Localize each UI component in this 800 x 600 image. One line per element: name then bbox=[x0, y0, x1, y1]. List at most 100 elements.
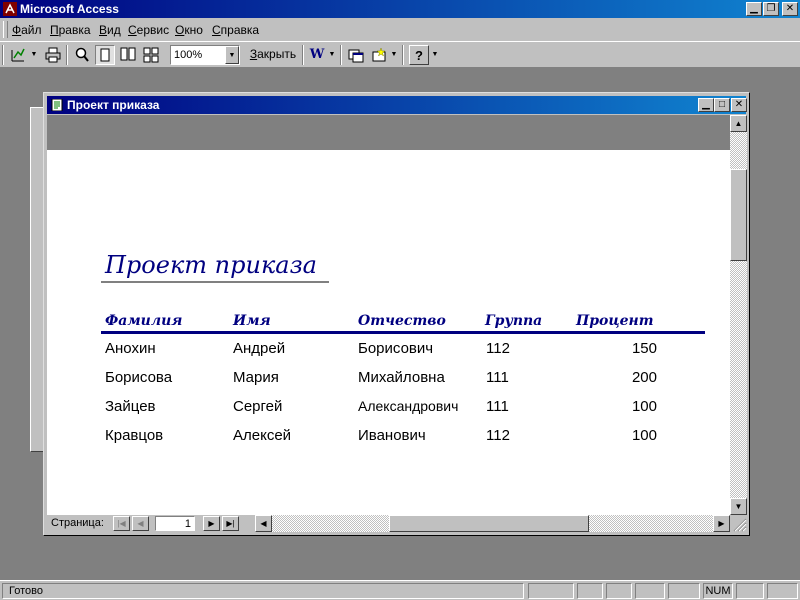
menu-tools[interactable]: Сервис bbox=[128, 23, 169, 37]
cell-name: Сергей bbox=[233, 398, 283, 415]
new-object-dropdown-arrow-icon[interactable]: ▼ bbox=[390, 45, 398, 65]
app-title: Microsoft Access bbox=[20, 2, 119, 16]
cell-surname: Борисова bbox=[105, 369, 173, 386]
menu-window[interactable]: Окно bbox=[175, 23, 203, 37]
status-panel bbox=[577, 583, 603, 599]
cell-group: 111 bbox=[486, 398, 509, 415]
header-rule bbox=[101, 331, 705, 334]
status-panel bbox=[635, 583, 665, 599]
scroll-right-arrow-icon[interactable]: ▶ bbox=[713, 515, 730, 532]
app-title-bar[interactable]: Microsoft Access ▁ ❐ ✕ bbox=[0, 0, 800, 18]
cell-surname: Кравцов bbox=[105, 427, 164, 444]
menu-file[interactable]: Файл bbox=[12, 23, 42, 37]
help-icon[interactable]: ? bbox=[409, 45, 429, 65]
column-header-surname: Фамилия bbox=[105, 313, 183, 329]
status-bar: Готово NUM bbox=[0, 580, 800, 600]
zoom-value: 100% bbox=[174, 49, 203, 61]
print-icon[interactable] bbox=[43, 45, 63, 65]
cell-percent: 150 bbox=[631, 340, 657, 357]
report-page[interactable]: Проект приказа Фамилия Имя Отчество Груп… bbox=[47, 115, 730, 515]
cell-name: Мария bbox=[233, 369, 279, 386]
cell-group: 112 bbox=[486, 340, 510, 357]
view-icon[interactable] bbox=[8, 45, 28, 65]
report-minimize-button[interactable]: ▁ bbox=[698, 98, 714, 112]
close-button[interactable]: ✕ bbox=[782, 2, 798, 16]
word-icon[interactable]: W bbox=[307, 45, 327, 65]
toolbar-separator bbox=[66, 45, 68, 65]
zoom-select[interactable]: 100% ▼ bbox=[170, 45, 240, 65]
scroll-down-arrow-icon[interactable]: ▼ bbox=[730, 498, 747, 515]
toolbar-grip bbox=[2, 45, 4, 65]
column-header-group: Группа bbox=[485, 313, 543, 329]
cell-surname: Зайцев bbox=[105, 398, 156, 415]
menu-help[interactable]: Справка bbox=[212, 23, 259, 37]
menu-view[interactable]: Вид bbox=[99, 23, 121, 37]
scroll-up-arrow-icon[interactable]: ▲ bbox=[730, 115, 747, 132]
help-dropdown-arrow-icon[interactable]: ▼ bbox=[431, 45, 439, 65]
menu-bar: Файл Правка Вид Сервис Окно Справка bbox=[0, 18, 800, 42]
status-panel bbox=[528, 583, 574, 599]
database-window-icon[interactable] bbox=[346, 45, 366, 65]
toolbar-separator bbox=[340, 45, 342, 65]
cell-percent: 200 bbox=[631, 369, 657, 386]
column-header-percent: Процент bbox=[576, 313, 654, 329]
heading-underline bbox=[101, 281, 329, 283]
cell-percent: 100 bbox=[631, 398, 657, 415]
cell-percent: 100 bbox=[631, 427, 657, 444]
size-grip-icon[interactable] bbox=[730, 515, 747, 532]
view-dropdown-arrow-icon[interactable]: ▼ bbox=[30, 45, 38, 65]
num-lock-indicator: NUM bbox=[703, 583, 733, 599]
minimize-button[interactable]: ▁ bbox=[746, 2, 762, 16]
record-navigation-bar: Страница: |◀ ◀ 1 ▶ ▶| ◀ ▶ bbox=[47, 515, 730, 532]
status-text: Готово bbox=[2, 583, 524, 599]
previous-page-icon[interactable]: ◀ bbox=[132, 516, 149, 531]
column-header-name: Имя bbox=[233, 313, 271, 329]
status-panel bbox=[736, 583, 764, 599]
report-close-button[interactable]: ✕ bbox=[731, 98, 747, 112]
first-page-icon[interactable]: |◀ bbox=[113, 516, 130, 531]
horizontal-scrollbar[interactable]: ◀ ▶ bbox=[255, 515, 730, 532]
cell-name: Алексей bbox=[233, 427, 292, 444]
cell-patronymic: Александрович bbox=[358, 398, 459, 414]
multiple-pages-icon[interactable] bbox=[141, 45, 161, 65]
restore-button[interactable]: ❐ bbox=[763, 2, 779, 16]
cell-name: Андрей bbox=[233, 340, 286, 357]
print-preview-toolbar: ▼ 100% ▼ Закрыть W ▼ ▼ ? ▼ bbox=[0, 41, 800, 68]
report-title-bar[interactable]: Проект приказа ▁ □ ✕ bbox=[47, 96, 747, 114]
menu-edit[interactable]: Правка bbox=[50, 23, 91, 37]
cell-patronymic: Борисович bbox=[358, 340, 434, 357]
access-key-icon bbox=[3, 2, 17, 16]
zoom-icon[interactable] bbox=[72, 45, 92, 65]
close-preview-button[interactable]: Закрыть bbox=[247, 45, 299, 65]
page-label: Страница: bbox=[51, 517, 104, 529]
cell-group: 111 bbox=[486, 369, 509, 386]
status-panel bbox=[767, 583, 798, 599]
page-number-input[interactable]: 1 bbox=[155, 516, 195, 531]
scroll-left-arrow-icon[interactable]: ◀ bbox=[255, 515, 272, 532]
last-page-icon[interactable]: ▶| bbox=[222, 516, 239, 531]
cell-patronymic: Михайловна bbox=[358, 369, 445, 386]
new-object-icon[interactable] bbox=[369, 45, 389, 65]
report-maximize-button[interactable]: □ bbox=[714, 98, 730, 112]
toolbar-separator bbox=[402, 45, 404, 65]
two-pages-icon[interactable] bbox=[118, 45, 138, 65]
status-panel bbox=[606, 583, 632, 599]
report-heading: Проект приказа bbox=[105, 251, 317, 279]
toolbar-separator bbox=[302, 45, 304, 65]
report-icon bbox=[51, 99, 63, 111]
cell-group: 112 bbox=[486, 427, 510, 444]
cell-surname: Анохин bbox=[105, 340, 156, 357]
column-header-patronymic: Отчество bbox=[358, 313, 446, 329]
one-page-icon[interactable] bbox=[95, 45, 115, 65]
zoom-dropdown-arrow-icon[interactable]: ▼ bbox=[225, 46, 239, 64]
menu-grip bbox=[3, 21, 8, 38]
vertical-scroll-thumb[interactable] bbox=[730, 169, 747, 261]
vertical-scrollbar[interactable]: ▲ ▼ bbox=[730, 115, 747, 515]
report-window[interactable]: Проект приказа ▁ □ ✕ Проект приказа Фами… bbox=[43, 92, 750, 536]
horizontal-scroll-thumb[interactable] bbox=[389, 515, 589, 532]
next-page-icon[interactable]: ▶ bbox=[203, 516, 220, 531]
status-panel bbox=[668, 583, 700, 599]
cell-patronymic: Иванович bbox=[358, 427, 426, 444]
office-links-dropdown-arrow-icon[interactable]: ▼ bbox=[328, 45, 336, 65]
report-window-title: Проект приказа bbox=[67, 98, 160, 112]
